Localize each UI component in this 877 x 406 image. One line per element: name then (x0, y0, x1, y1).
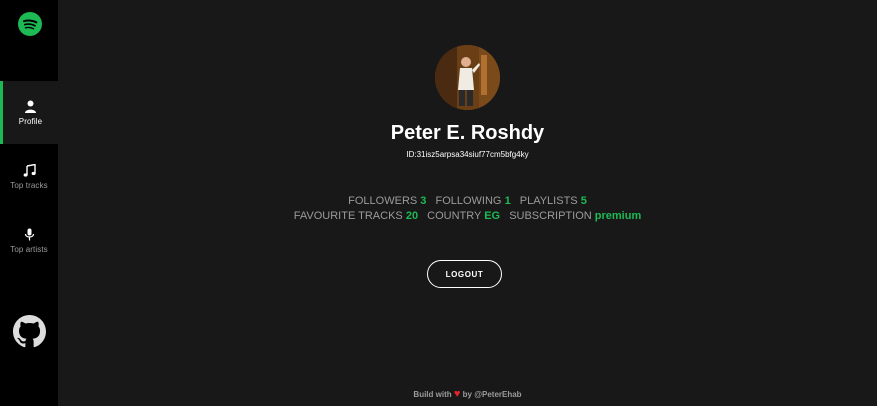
sidebar: Profile Top tracks Top artists (0, 0, 58, 406)
stat-country: COUNTRY EG (427, 210, 501, 222)
sidebar-item-label: Top artists (10, 244, 48, 254)
stat-following: FOLLOWING 1 (435, 195, 511, 207)
profile-name: Peter E. Roshdy (390, 122, 545, 144)
footer-suffix: by @PeterEhab (462, 390, 522, 399)
profile-main: Peter E. Roshdy ID:31isz5arpsa34siuf77cm… (58, 0, 877, 406)
footer: Build with ♥ by @PeterEhab (58, 388, 877, 400)
avatar (435, 45, 500, 110)
sidebar-item-top-tracks[interactable]: Top tracks (0, 145, 58, 208)
stat-followers: FOLLOWERS 3 (348, 195, 427, 207)
user-icon (25, 100, 36, 113)
sidebar-item-profile[interactable]: Profile (0, 81, 58, 144)
stats-row-1: FOLLOWERS 3 FOLLOWING 1 PLAYLISTS 5 (58, 195, 877, 207)
stat-subscription: SUBSCRIPTION premium (509, 210, 642, 222)
music-note-icon (23, 163, 36, 177)
sidebar-item-label: Profile (18, 116, 43, 126)
github-icon[interactable] (13, 315, 46, 348)
heart-icon: ♥ (453, 388, 461, 400)
footer-prefix: Build with (413, 390, 452, 399)
logout-button[interactable]: LOGOUT (427, 260, 502, 288)
microphone-icon (24, 228, 34, 240)
spotify-icon[interactable] (18, 12, 42, 36)
sidebar-item-label: Top tracks (10, 180, 48, 190)
stat-favourite-tracks: FAVOURITE TRACKS 20 (293, 210, 419, 222)
profile-id: ID:31isz5arpsa34siuf77cm5bfg4ky (406, 150, 529, 159)
sidebar-item-top-artists[interactable]: Top artists (0, 209, 58, 272)
stat-playlists: PLAYLISTS 5 (519, 195, 587, 207)
stats-row-2: FAVOURITE TRACKS 20 COUNTRY EG SUBSCRIPT… (58, 210, 877, 222)
